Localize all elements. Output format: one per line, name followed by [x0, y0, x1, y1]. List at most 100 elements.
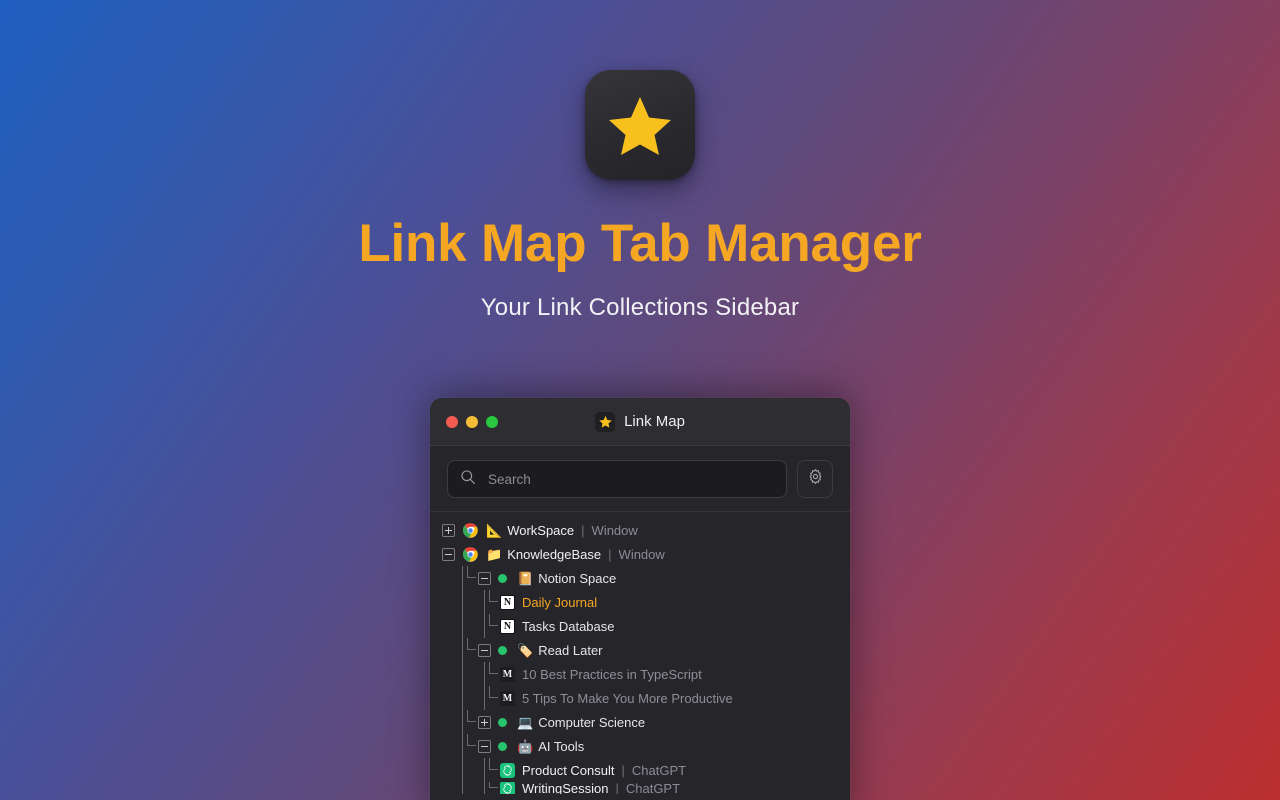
search-input[interactable]: Search — [447, 460, 787, 498]
label-separator: | — [615, 782, 619, 794]
tree-guide-line — [462, 590, 463, 614]
search-icon — [460, 469, 476, 490]
search-placeholder: Search — [488, 471, 531, 487]
tree-elbow — [486, 662, 500, 686]
tree-guide-line — [462, 710, 463, 734]
tree-guide-line — [484, 782, 485, 794]
tree-row[interactable]: 💻 Computer Science — [430, 710, 850, 734]
label-separator: | — [581, 522, 585, 538]
star-icon — [608, 94, 672, 156]
tree-guide-line — [484, 662, 485, 686]
status-dot — [498, 717, 507, 727]
tree-guide-line — [462, 686, 463, 710]
tree-elbow — [464, 638, 478, 662]
group-emoji-icon: 🏷️ — [517, 642, 534, 658]
tree-row[interactable]: M 10 Best Practices in TypeScript — [430, 662, 850, 686]
tree-row-label: Tasks Database — [522, 618, 615, 634]
tree-row-label: Daily Journal — [522, 594, 598, 610]
tree-guide-line — [462, 566, 463, 590]
tree-row[interactable]: 📔 Notion Space — [430, 566, 850, 590]
tree-row-label: WorkSpace — [507, 522, 575, 538]
status-dot — [498, 573, 507, 583]
tree-elbow — [464, 710, 478, 734]
medium-icon: M — [500, 690, 515, 706]
tree-guide-line — [484, 758, 485, 782]
group-emoji-icon: 📁 — [486, 546, 503, 562]
tree-row[interactable]: Product Consult | ChatGPT — [430, 758, 850, 782]
tree-guide-line — [484, 614, 485, 638]
page-subtitle: Your Link Collections Sidebar — [480, 293, 800, 321]
tree-elbow — [464, 734, 478, 758]
chatgpt-icon — [500, 762, 515, 778]
tree-row-label: Product Consult — [522, 762, 615, 778]
minimize-button[interactable] — [466, 415, 478, 428]
tree-guide-line — [484, 686, 485, 710]
window-title: Link Map — [624, 413, 685, 430]
tree-row-meta: ChatGPT — [625, 782, 681, 794]
tree-row-meta: ChatGPT — [631, 762, 687, 778]
tree-guide-line — [462, 662, 463, 686]
tree-row-label: Computer Science — [538, 714, 646, 730]
status-dot — [498, 741, 507, 751]
collapse-toggle[interactable] — [442, 547, 455, 561]
star-icon — [595, 411, 616, 432]
tree-row-label: AI Tools — [538, 738, 585, 754]
medium-icon: M — [500, 666, 515, 682]
notion-icon: N — [500, 594, 515, 610]
tree-guide-line — [484, 590, 485, 614]
tree-guide-line — [462, 782, 463, 794]
tree-row[interactable]: WritingSession | ChatGPT — [430, 782, 850, 794]
tree-row-meta: Window — [591, 522, 638, 538]
status-dot — [498, 645, 507, 655]
chatgpt-icon — [500, 782, 515, 794]
tree-row-label: Notion Space — [538, 570, 617, 586]
tree-elbow — [486, 590, 500, 614]
tree-row-label: WritingSession — [522, 782, 609, 794]
collapse-toggle[interactable] — [478, 571, 491, 585]
tree-row-label: KnowledgeBase — [507, 546, 602, 562]
tree-row[interactable]: 🤖 AI Tools — [430, 734, 850, 758]
tree-elbow — [464, 566, 478, 590]
notion-icon: N — [500, 618, 515, 634]
tree-row-label: Read Later — [538, 642, 603, 658]
toolbar: Search — [430, 446, 850, 512]
tree-row-label: 10 Best Practices in TypeScript — [522, 666, 702, 682]
collapse-toggle[interactable] — [478, 643, 491, 657]
tree-elbow — [486, 614, 500, 638]
promo-screenshot: Link Map Tab Manager Your Link Collectio… — [0, 0, 1280, 800]
tree-guide-line — [462, 614, 463, 638]
hero-section: Link Map Tab Manager Your Link Collectio… — [0, 0, 1280, 322]
tree-guide-line — [462, 758, 463, 782]
tree-row-label: 5 Tips To Make You More Productive — [522, 690, 733, 706]
group-emoji-icon: 🤖 — [517, 738, 534, 754]
tree-row[interactable]: 📁 KnowledgeBase | Window — [430, 542, 850, 566]
chrome-icon — [462, 522, 478, 538]
label-separator: | — [621, 762, 625, 778]
page-title: Link Map Tab Manager — [358, 214, 922, 273]
group-emoji-icon: 💻 — [517, 714, 534, 730]
collapse-toggle[interactable] — [478, 739, 491, 753]
tree-row[interactable]: N Tasks Database — [430, 614, 850, 638]
traffic-lights — [446, 415, 498, 428]
gear-icon — [806, 467, 825, 491]
chrome-icon — [462, 546, 478, 562]
settings-button[interactable] — [797, 460, 833, 498]
tree-elbow — [486, 758, 500, 782]
tree-row[interactable]: N Daily Journal — [430, 590, 850, 614]
window-titlebar: Link Map — [430, 398, 850, 446]
expand-toggle[interactable] — [442, 523, 455, 537]
tree-row[interactable]: 📐 WorkSpace | Window — [430, 518, 850, 542]
label-separator: | — [608, 546, 612, 562]
group-emoji-icon: 📐 — [486, 522, 503, 538]
tree-row[interactable]: M 5 Tips To Make You More Productive — [430, 686, 850, 710]
group-emoji-icon: 📔 — [517, 570, 534, 586]
link-tree: 📐 WorkSpace | Window 📁 KnowledgeBase | Window 📔 N… — [430, 512, 850, 794]
tree-guide-line — [462, 734, 463, 758]
close-button[interactable] — [446, 415, 458, 428]
tree-elbow — [486, 686, 500, 710]
tree-guide-line — [462, 638, 463, 662]
maximize-button[interactable] — [486, 415, 498, 428]
app-logo-badge — [585, 70, 695, 180]
tree-row[interactable]: 🏷️ Read Later — [430, 638, 850, 662]
expand-toggle[interactable] — [478, 715, 491, 729]
